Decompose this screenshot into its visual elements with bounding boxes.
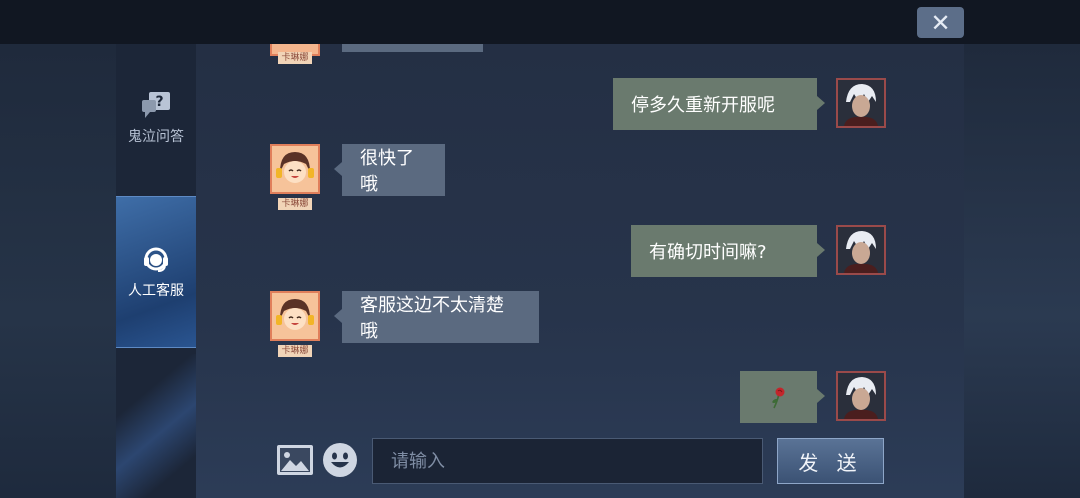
sidebar-item-qa[interactable]: ? 鬼泣问答 — [116, 90, 196, 200]
chat-panel: 卡琳娜 停多久重新开服呢 卡琳娜 很快了哦 有确切时间嘛? 卡琳娜 客服这边不太… — [196, 44, 964, 498]
message-bubble: 停多久重新开服呢 — [613, 78, 825, 130]
image-icon[interactable] — [276, 444, 314, 476]
sidebar: ? 鬼泣问答 人工客服 — [116, 44, 197, 498]
sidebar-item-customer-service[interactable]: 人工客服 — [116, 196, 196, 348]
user-avatar-image — [838, 80, 884, 126]
message-bubble-sticker — [740, 371, 825, 423]
user-avatar-image — [838, 373, 884, 419]
sidebar-item-label: 鬼泣问答 — [128, 129, 184, 145]
rose-icon — [771, 387, 784, 409]
headset-icon — [144, 247, 168, 272]
agent-name-label: 卡琳娜 — [278, 345, 312, 357]
question-chat-icon: ? — [142, 92, 170, 118]
background-left — [0, 44, 116, 498]
background-right — [964, 44, 1080, 498]
agent-avatar-image — [272, 293, 318, 339]
message-bubble: 客服这边不太清楚哦 — [334, 291, 539, 343]
agent-avatar — [270, 291, 320, 341]
message-input[interactable] — [372, 438, 763, 484]
user-avatar — [836, 225, 886, 275]
agent-avatar-image — [272, 146, 318, 192]
agent-name-label: 卡琳娜 — [278, 198, 312, 210]
user-avatar — [836, 371, 886, 421]
close-icon: ✕ — [930, 8, 951, 37]
send-button[interactable]: 发 送 — [777, 438, 884, 484]
message-bubble-partial — [342, 44, 483, 52]
sidebar-decoration — [116, 354, 196, 498]
user-avatar — [836, 78, 886, 128]
agent-avatar — [270, 144, 320, 194]
emoji-icon[interactable] — [322, 442, 358, 478]
sidebar-item-label: 人工客服 — [128, 283, 184, 299]
agent-name-label: 卡琳娜 — [278, 52, 312, 64]
message-bubble: 很快了哦 — [334, 144, 445, 196]
user-avatar-image — [838, 227, 884, 273]
close-button[interactable]: ✕ — [917, 7, 964, 38]
message-bubble: 有确切时间嘛? — [631, 225, 825, 277]
svg-text:?: ? — [155, 94, 163, 110]
